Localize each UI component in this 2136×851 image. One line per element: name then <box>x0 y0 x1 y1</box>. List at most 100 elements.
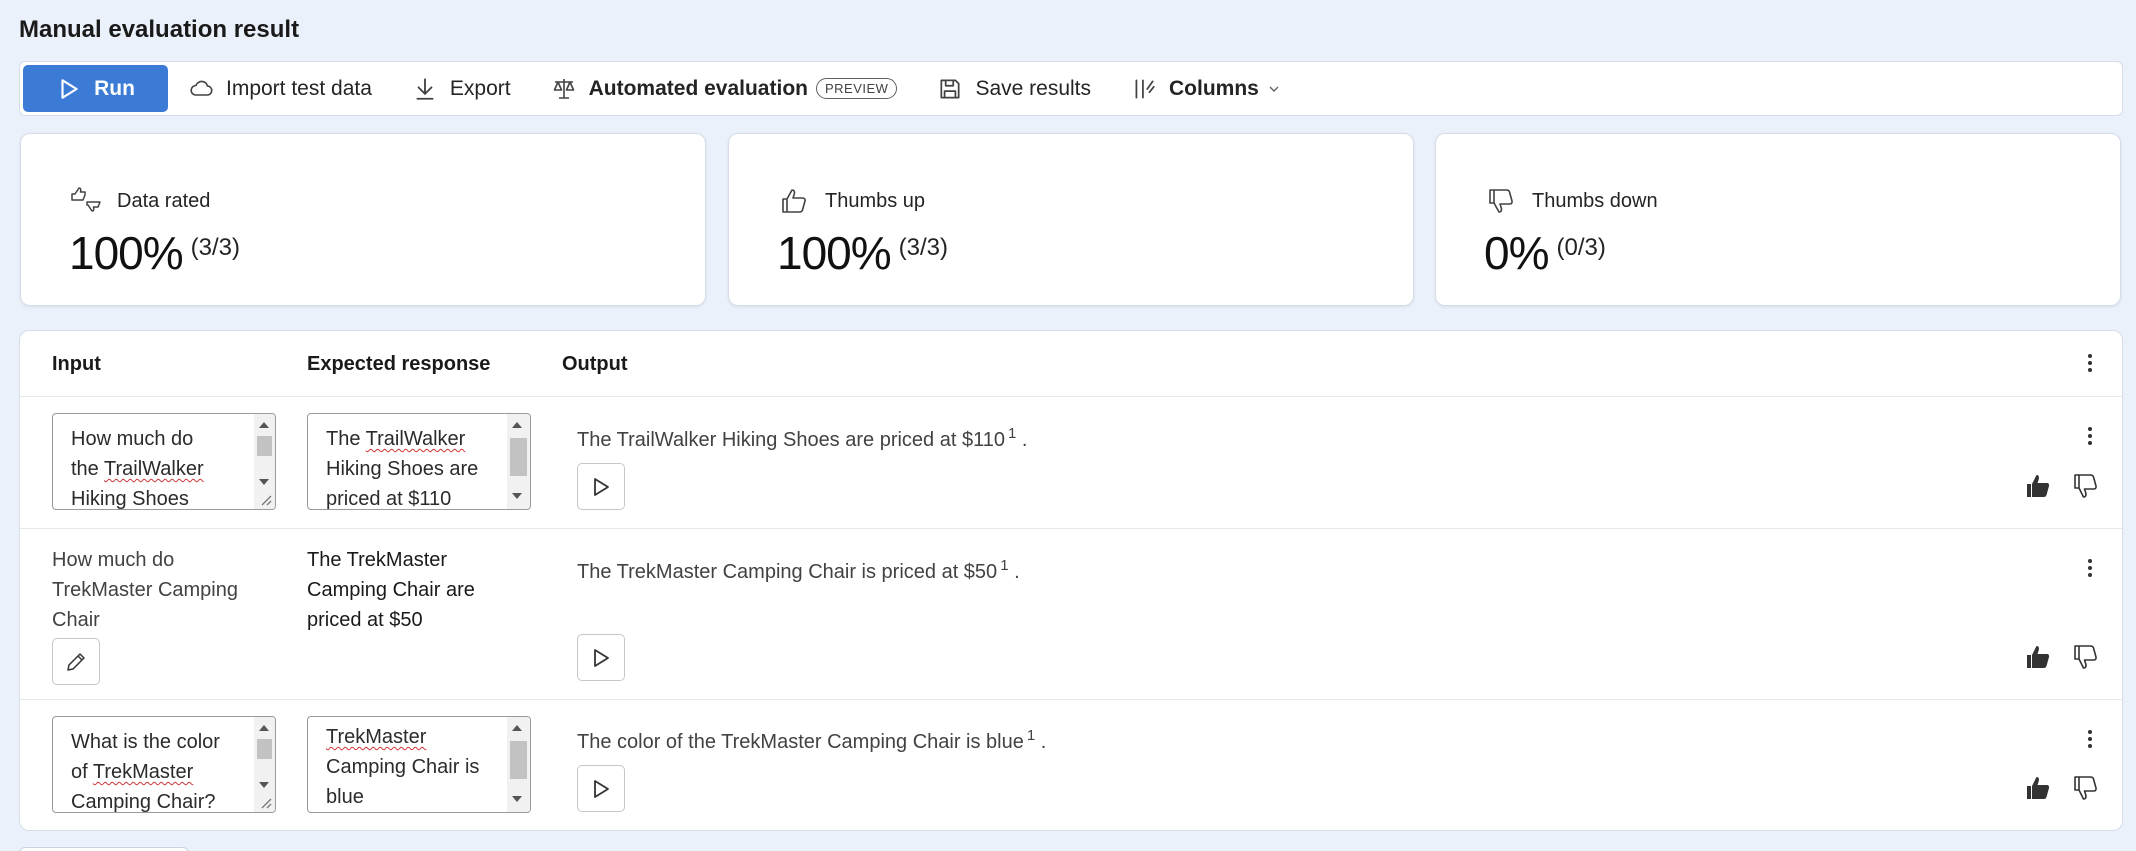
expected-line: The TrailWalker <box>326 428 466 450</box>
preview-badge: PREVIEW <box>815 78 898 99</box>
export-button[interactable]: Export <box>392 65 531 112</box>
thumbs-up-card: Thumbs up 100% (3/3) <box>728 133 1414 306</box>
input-line: How much do <box>52 549 175 571</box>
run-button[interactable]: Run <box>23 65 168 112</box>
thumbs-up-icon[interactable] <box>2024 643 2052 671</box>
column-header-expected: Expected response <box>307 353 491 375</box>
thumbs-up-fraction: (3/3) <box>898 234 949 261</box>
expected-line: priced at $50 <box>307 609 423 631</box>
thumbs-down-card: Thumbs down 0% (0/3) <box>1435 133 2121 306</box>
automated-label: Automated evaluation <box>588 76 808 100</box>
row-more-icon[interactable] <box>2078 556 2102 580</box>
scrollbar[interactable] <box>507 414 530 509</box>
citation-marker[interactable]: 1 <box>1000 557 1008 574</box>
expected-line: The TrekMaster <box>307 549 448 571</box>
scale-icon <box>553 78 574 99</box>
pencil-icon <box>67 652 85 671</box>
input-textarea[interactable]: How much do the TrailWalker Hiking Shoes <box>52 413 276 510</box>
scrollbar[interactable] <box>507 717 530 812</box>
cloud-icon <box>190 80 213 96</box>
output-end: . <box>1021 429 1028 451</box>
citation-marker[interactable]: 1 <box>1008 425 1016 442</box>
save-results-button[interactable]: Save results <box>917 65 1111 112</box>
thumbs-down-icon[interactable] <box>2072 774 2100 802</box>
rerun-button[interactable] <box>577 634 625 681</box>
divider <box>20 396 2122 397</box>
input-textarea[interactable]: What is the color of TrekMaster Camping … <box>52 716 276 813</box>
thumbs-up-label: Thumbs up <box>825 189 926 212</box>
output-end: . <box>1040 731 1047 753</box>
data-rated-label: Data rated <box>117 189 211 212</box>
column-header-input: Input <box>52 353 101 375</box>
thumbs-down-percent: 0% <box>1484 227 1549 279</box>
scrollbar[interactable] <box>254 414 275 509</box>
rerun-button[interactable] <box>577 463 625 510</box>
row-more-icon[interactable] <box>2078 424 2102 448</box>
export-label: Export <box>449 76 511 100</box>
save-icon <box>940 78 960 99</box>
columns-label: Columns <box>1169 76 1259 100</box>
save-label: Save results <box>975 76 1092 100</box>
output-sentence: The TrailWalker Hiking Shoes are priced … <box>577 429 1005 451</box>
thumbs-down-icon[interactable] <box>2072 643 2100 671</box>
output-text: The color of the TrekMaster Camping Chai… <box>577 727 1047 754</box>
run-label: Run <box>94 76 135 100</box>
rerun-button[interactable] <box>577 765 625 812</box>
output-sentence: The TrekMaster Camping Chair is priced a… <box>577 561 998 583</box>
input-line: What is the color <box>71 731 220 753</box>
expected-line: priced at $110 <box>326 488 452 510</box>
thumbs-up-icon[interactable] <box>2024 774 2052 802</box>
thumbs-down-icon <box>1489 189 1513 213</box>
output-end: . <box>1014 561 1020 583</box>
thumbs-down-icon[interactable] <box>2072 472 2100 500</box>
input-line: How much do <box>71 428 194 450</box>
thumbs-up-down-icon <box>71 187 101 212</box>
expected-line: Camping Chair is <box>326 756 480 778</box>
play-icon <box>61 78 78 99</box>
output-sentence: The color of the TrekMaster Camping Chai… <box>577 731 1024 753</box>
thumbs-up-icon[interactable] <box>2024 472 2052 500</box>
output-text: The TrailWalker Hiking Shoes are priced … <box>577 425 1028 452</box>
table-more-icon[interactable] <box>2078 351 2102 375</box>
expected-text: The TrekMaster Camping Chair are priced … <box>307 545 475 635</box>
input-line: the TrailWalker <box>71 458 204 480</box>
output-text: The TrekMaster Camping Chair is priced a… <box>577 557 1020 584</box>
columns-dropdown[interactable]: Columns <box>1111 65 1301 112</box>
expected-line: TrekMaster <box>326 726 427 748</box>
divider <box>20 699 2122 700</box>
input-text: How much do TrekMaster Camping Chair <box>52 545 238 635</box>
expected-response-textarea[interactable]: TrekMaster Camping Chair is blue <box>307 716 531 813</box>
import-test-data-button[interactable]: Import test data <box>168 65 392 112</box>
resize-grip-icon[interactable] <box>259 796 273 810</box>
automated-evaluation-button[interactable]: Automated evaluation PREVIEW <box>531 65 918 112</box>
input-line: of TrekMaster <box>71 761 194 783</box>
data-rated-card: Data rated 100% (3/3) <box>20 133 706 306</box>
toolbar: Run Import test data Export Automated ev… <box>19 61 2123 116</box>
resize-grip-icon[interactable] <box>259 493 273 507</box>
download-icon <box>416 77 434 100</box>
data-rated-fraction: (3/3) <box>190 234 241 261</box>
import-label: Import test data <box>226 76 372 100</box>
input-line: TrekMaster Camping <box>52 579 238 601</box>
column-header-output: Output <box>562 353 628 375</box>
thumbs-down-fraction: (0/3) <box>1556 234 1606 261</box>
edit-button[interactable] <box>52 638 100 685</box>
expected-line: Camping Chair are <box>307 579 475 601</box>
chevron-down-icon <box>1269 86 1279 92</box>
scrollbar[interactable] <box>254 717 275 812</box>
play-icon <box>594 779 609 798</box>
columns-icon <box>1135 78 1155 99</box>
divider <box>20 528 2122 529</box>
row-more-icon[interactable] <box>2078 727 2102 751</box>
data-rated-percent: 100% <box>69 227 184 279</box>
input-line: Camping Chair? <box>71 791 216 813</box>
page-title: Manual evaluation result <box>19 16 300 43</box>
expected-response-textarea[interactable]: The TrailWalker Hiking Shoes are priced … <box>307 413 531 510</box>
play-icon <box>594 648 609 667</box>
play-icon <box>594 477 609 496</box>
thumbs-up-percent: 100% <box>777 227 892 279</box>
thumbs-up-icon <box>782 189 806 213</box>
input-line: Chair <box>52 609 100 631</box>
bottom-panel-tab[interactable] <box>19 847 189 851</box>
citation-marker[interactable]: 1 <box>1027 727 1035 744</box>
